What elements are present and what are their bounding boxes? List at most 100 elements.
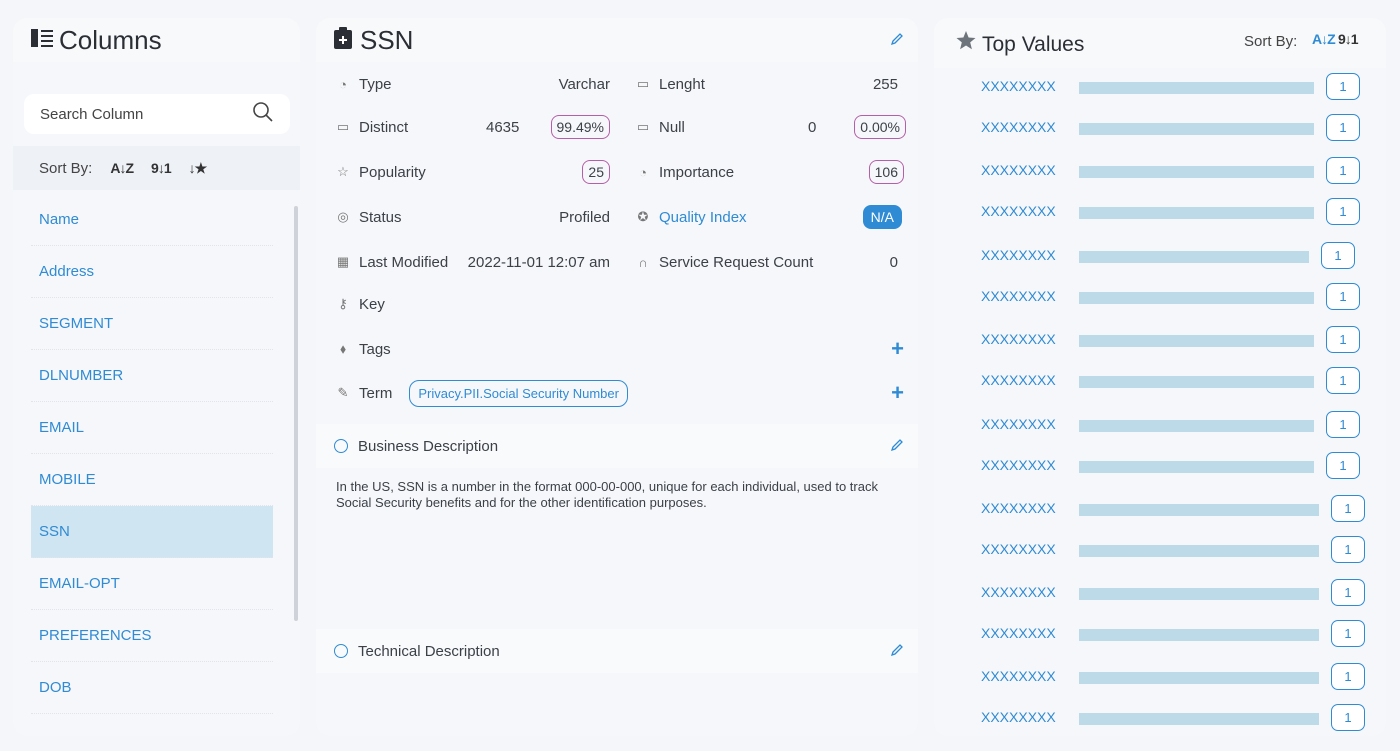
top-value-name[interactable]: XXXXXXXX	[981, 119, 1056, 135]
sort-alpha-icon[interactable]: A↓Z	[1312, 31, 1336, 47]
top-value-bar	[1079, 82, 1314, 94]
top-value-name[interactable]: XXXXXXXX	[981, 709, 1056, 725]
edit-technical-description-icon[interactable]	[890, 643, 904, 661]
term-chip[interactable]: Privacy.PII.Social Security Number	[409, 379, 628, 407]
search-input[interactable]: Search Column	[24, 94, 290, 134]
top-value-count-badge: 1	[1326, 367, 1360, 394]
top-value-name[interactable]: XXXXXXXX	[981, 288, 1056, 304]
top-value-count-badge: 1	[1326, 452, 1360, 479]
top-value-name[interactable]: XXXXXXXX	[981, 162, 1056, 178]
info-icon	[334, 439, 348, 453]
sort-popularity-icon[interactable]: ↓★	[189, 160, 208, 177]
quality-row: ✪ Quality Index N/A	[634, 195, 910, 239]
top-value-bar	[1079, 420, 1314, 432]
sort-numeric-icon[interactable]: 9↓1	[1338, 31, 1359, 47]
add-term-button[interactable]: +	[891, 380, 904, 406]
top-value-name[interactable]: XXXXXXXX	[981, 372, 1056, 388]
top-value-bar	[1079, 166, 1314, 178]
service-row: ∩ Service Request Count 0	[634, 240, 910, 284]
type-value: Varchar	[558, 75, 610, 93]
columns-list-icon	[31, 28, 53, 53]
top-values-title: Top Values	[982, 33, 1085, 56]
null-pct-badge: 0.00%	[854, 115, 906, 139]
top-value-row: XXXXXXXX 1	[934, 109, 1386, 149]
technical-description-header: Technical Description	[316, 629, 918, 673]
edit-title-icon[interactable]	[890, 32, 904, 51]
popularity-label: Popularity	[359, 163, 426, 181]
distinct-value: 4635	[486, 118, 520, 136]
search-placeholder: Search Column	[40, 105, 144, 123]
column-item[interactable]: PREFERENCES	[31, 610, 273, 662]
type-icon: ◔	[339, 76, 347, 92]
add-tag-button[interactable]: +	[891, 336, 904, 362]
ruler-icon: ▭	[636, 76, 650, 91]
popularity-badge: 25	[582, 160, 610, 184]
top-value-bar	[1079, 629, 1319, 641]
sort-label: Sort By:	[39, 159, 93, 177]
sort-numeric-icon[interactable]: 9↓1	[151, 160, 172, 176]
column-item[interactable]: EMAIL	[31, 402, 273, 454]
status-row: ◎ Status Profiled	[334, 195, 620, 239]
top-value-row: XXXXXXXX 1	[934, 658, 1386, 698]
quality-badge: N/A	[862, 205, 902, 229]
column-item[interactable]: EMAIL-OPT	[31, 558, 273, 610]
null-label: Null	[659, 118, 685, 136]
top-value-bar	[1079, 123, 1314, 135]
top-value-bar	[1079, 504, 1319, 516]
column-item[interactable]: SSN	[31, 506, 273, 558]
importance-label: Importance	[659, 163, 735, 181]
top-value-count-badge: 1	[1326, 411, 1360, 438]
top-value-name[interactable]: XXXXXXXX	[981, 625, 1056, 641]
columns-scrollbar[interactable]	[294, 206, 298, 621]
column-item[interactable]: MOBILE	[31, 454, 273, 506]
column-item[interactable]: Name	[31, 194, 273, 246]
edit-business-description-icon[interactable]	[890, 438, 904, 456]
columns-panel: Columns Search Column Sort By: A↓Z 9↓1 ↓…	[13, 18, 300, 736]
top-value-count-badge: 1	[1326, 326, 1360, 353]
battery-empty-icon: ▭	[636, 119, 650, 134]
length-label: Lenght	[659, 75, 705, 93]
top-value-name[interactable]: XXXXXXXX	[981, 584, 1056, 600]
column-item[interactable]: Address	[31, 246, 273, 298]
tags-row: ⬧ Tags +	[334, 327, 904, 371]
distinct-pct-badge: 99.49%	[550, 115, 610, 139]
business-description-text: In the US, SSN is a number in the format…	[336, 479, 878, 510]
top-value-name[interactable]: XXXXXXXX	[981, 541, 1056, 557]
status-label: Status	[359, 208, 402, 226]
top-value-name[interactable]: XXXXXXXX	[981, 331, 1056, 347]
distinct-row: ▭ Distinct 4635 99.49%	[334, 105, 620, 149]
sort-alpha-icon[interactable]: A↓Z	[110, 160, 134, 176]
type-label: Type	[359, 75, 392, 93]
importance-badge: 106	[868, 160, 904, 184]
top-value-row: XXXXXXXX 1	[934, 531, 1386, 571]
top-value-name[interactable]: XXXXXXXX	[981, 668, 1056, 684]
status-icon: ◎	[337, 209, 349, 224]
null-value: 0	[808, 118, 817, 136]
top-value-bar	[1079, 335, 1314, 347]
column-item[interactable]: SEGMENT	[31, 298, 273, 350]
distinct-label: Distinct	[359, 118, 409, 136]
top-value-count-badge: 1	[1326, 73, 1360, 100]
business-description-label: Business Description	[358, 437, 499, 455]
top-value-name[interactable]: XXXXXXXX	[981, 78, 1056, 94]
key-icon: ⚷	[338, 296, 348, 311]
length-row: ▭ Lenght 255	[634, 62, 910, 106]
top-value-name[interactable]: XXXXXXXX	[981, 203, 1056, 219]
top-value-name[interactable]: XXXXXXXX	[981, 416, 1056, 432]
column-item[interactable]: DLNUMBER	[31, 350, 273, 402]
column-item[interactable]: DOB	[31, 662, 273, 714]
technical-description-label: Technical Description	[358, 642, 500, 660]
service-label: Service Request Count	[659, 253, 814, 271]
tag-icon: ⬧	[340, 341, 346, 356]
top-value-bar	[1079, 545, 1319, 557]
info-icon	[334, 644, 348, 658]
top-value-name[interactable]: XXXXXXXX	[981, 457, 1056, 473]
top-value-count-badge: 1	[1331, 536, 1365, 563]
top-value-name[interactable]: XXXXXXXX	[981, 247, 1056, 263]
search-icon[interactable]	[252, 101, 274, 128]
top-value-count-badge: 1	[1331, 495, 1365, 522]
top-value-bar	[1079, 207, 1314, 219]
columns-list: Name Address SEGMENT DLNUMBER EMAIL MOBILE SSN…	[31, 194, 273, 714]
quality-index-link[interactable]: Quality Index	[659, 209, 747, 226]
top-value-name[interactable]: XXXXXXXX	[981, 500, 1056, 516]
